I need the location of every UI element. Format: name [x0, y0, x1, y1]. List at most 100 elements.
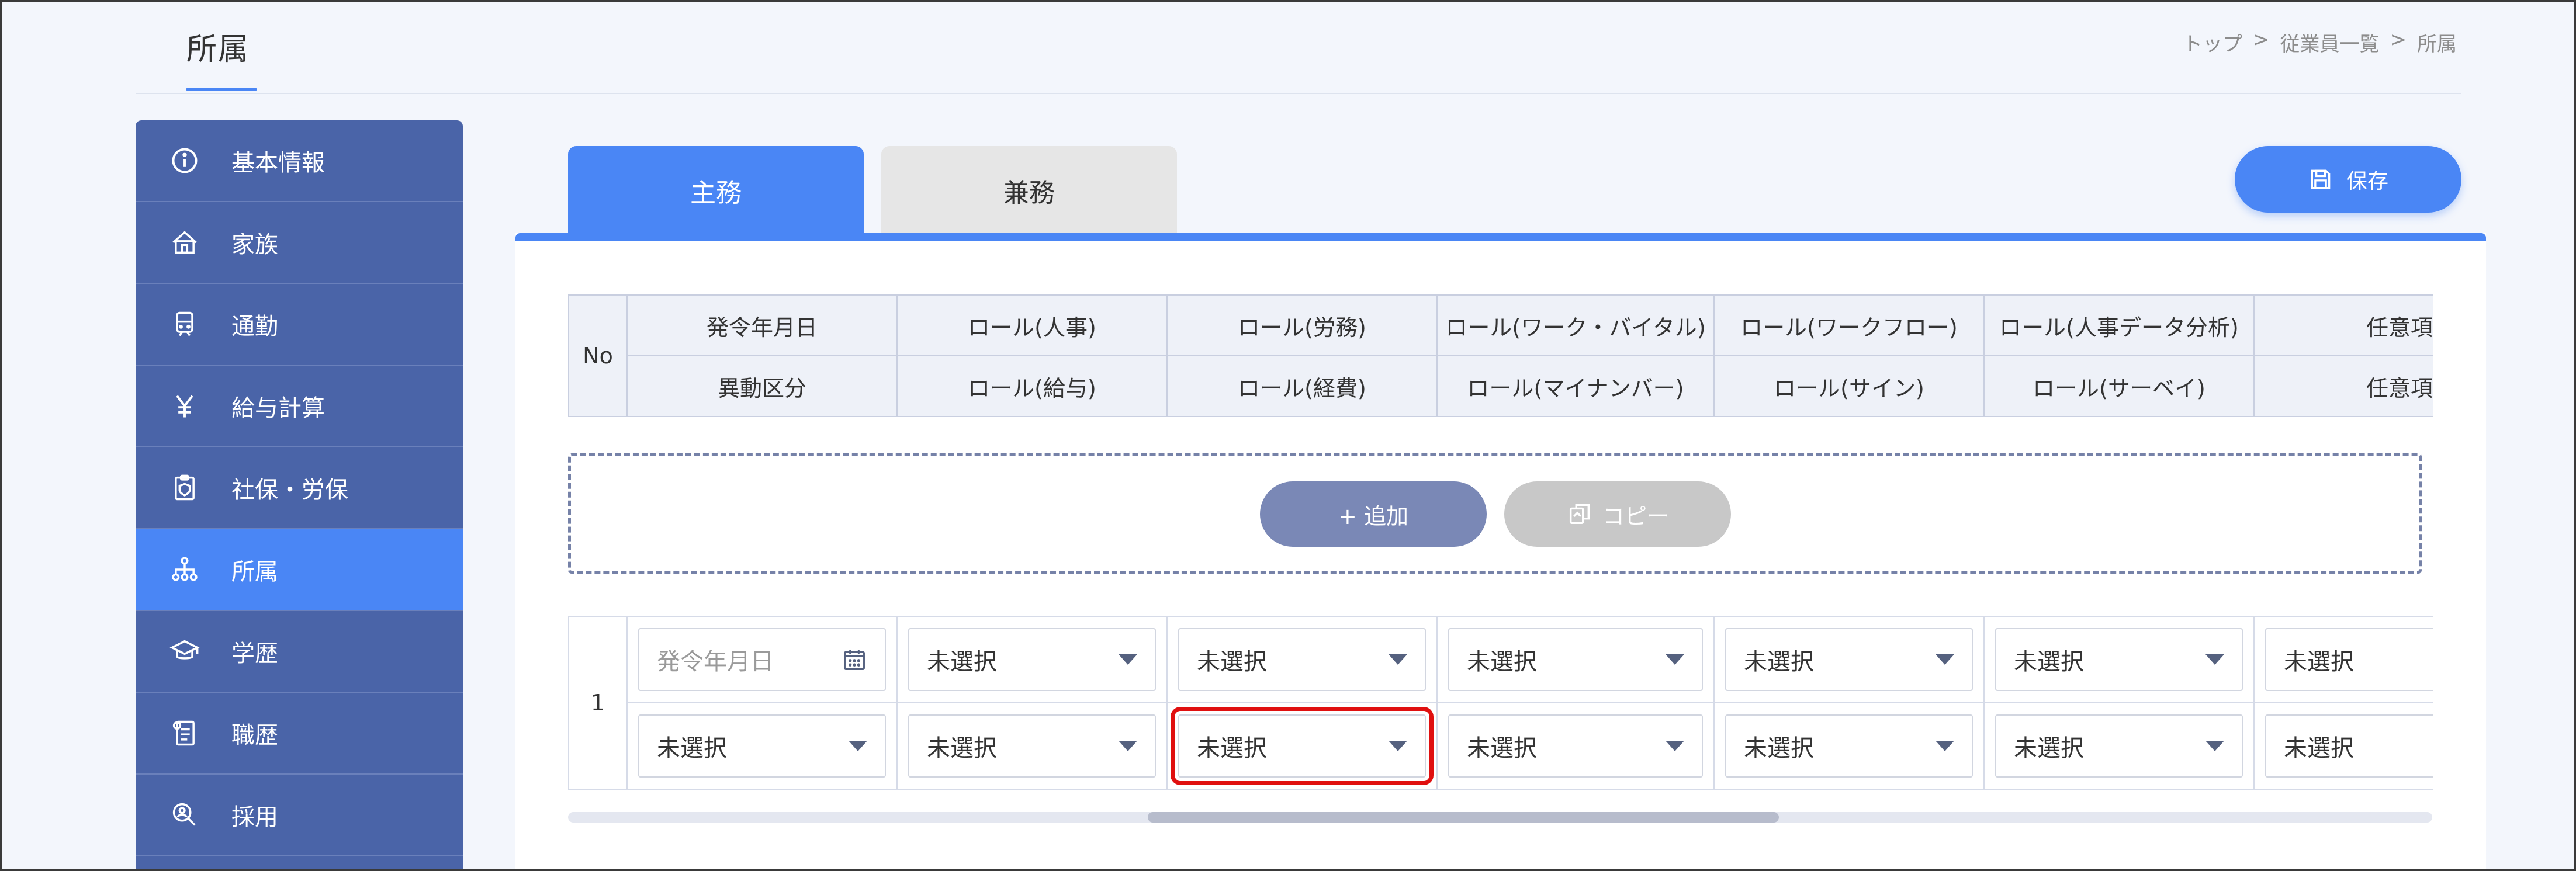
page-title: 所属 [186, 32, 250, 67]
transfer-type-select[interactable]: 未選択 [638, 714, 886, 778]
sidebar-item-label: 所属 [231, 558, 278, 585]
breadcrumb: トップ > 従業員一覧 > 所属 [2183, 28, 2457, 57]
sidebar-item-label: 給与計算 [231, 395, 325, 422]
copy-icon [1569, 504, 1590, 525]
insurance-icon [168, 471, 201, 504]
yen-icon [168, 390, 201, 422]
add-button[interactable]: + 追加 [1260, 481, 1487, 547]
info-icon [168, 144, 201, 177]
floppy-disk-icon [2311, 169, 2331, 189]
date-placeholder: 発令年月日 [657, 648, 774, 675]
header-role-hr-analytics: ロール(人事データ分析) [1983, 294, 2255, 356]
header-role-hr: ロール(人事) [896, 294, 1168, 356]
calendar-icon[interactable] [842, 647, 867, 672]
sidebar-item-commute[interactable]: 通勤 [136, 284, 463, 366]
chevron-down-icon [2205, 654, 2224, 665]
copy-button[interactable]: コピー [1504, 481, 1731, 547]
sidebar-item-label: 通勤 [231, 313, 278, 340]
recruit-search-icon [168, 799, 201, 831]
chevron-down-icon [1389, 654, 1407, 665]
breadcrumb-current: 所属 [2417, 33, 2457, 56]
train-icon [168, 308, 201, 341]
sidebar-item-insurance[interactable]: 社保・労保 [136, 447, 463, 529]
header-role-workflow: ロール(ワークフロー) [1713, 294, 1985, 356]
role-payroll-select[interactable]: 未選択 [908, 714, 1156, 778]
save-button-label: 保存 [2346, 169, 2388, 193]
tab-concurrent-duty[interactable]: 兼務 [881, 146, 1177, 235]
chevron-down-icon [1936, 741, 1954, 751]
breadcrumb-employee-list[interactable]: 従業員一覧 [2280, 28, 2380, 57]
header-role-survey: ロール(サーベイ) [1983, 355, 2255, 417]
copy-button-label: コピー [1602, 503, 1669, 529]
sidebar-item-recruitment[interactable]: 採用 [136, 775, 463, 856]
sidebar-item-basic-info[interactable]: 基本情報 [136, 120, 463, 202]
table-row: 1 発令年月日 未選択 未選択 未選択 未選択 未選択 未選択 [568, 616, 2433, 790]
select-value: 未選択 [927, 735, 997, 762]
sidebar-item-payroll[interactable]: 給与計算 [136, 366, 463, 447]
role-hr-select[interactable]: 未選択 [908, 628, 1156, 691]
career-document-icon [168, 717, 201, 749]
chevron-down-icon [849, 741, 867, 751]
header-role-sign: ロール(サイン) [1713, 355, 1985, 417]
sidebar-item-label: 家族 [231, 231, 278, 258]
header-role-work-vital: ロール(ワーク・バイタル) [1436, 294, 1715, 356]
chevron-down-icon [1666, 654, 1684, 665]
custom-field-select[interactable]: 未選択 [2265, 628, 2433, 691]
header-custom-field: 任意項目 [2253, 355, 2433, 417]
role-work-vital-select[interactable]: 未選択 [1448, 628, 1703, 691]
chevron-down-icon [1119, 741, 1137, 751]
sidebar-item-label: 職歴 [231, 722, 278, 749]
table-row: 未選択 未選択 未選択 未選択 未選択 未選択 未選択 [569, 702, 2433, 790]
add-row-dropzone [568, 453, 2422, 574]
select-value: 未選択 [2284, 648, 2354, 675]
select-value: 未選択 [1467, 648, 1537, 675]
header-custom-field: 任意項目 [2253, 294, 2433, 356]
row-number: 1 [568, 616, 628, 790]
select-value: 未選択 [2014, 648, 2084, 675]
sidebar-item-education[interactable]: 学歴 [136, 611, 463, 693]
role-survey-select[interactable]: 未選択 [1995, 714, 2243, 778]
house-icon [168, 226, 201, 259]
select-value: 未選択 [2014, 735, 2084, 762]
breadcrumb-separator: > [2390, 28, 2407, 51]
sidebar-item-label: 基本情報 [231, 150, 325, 176]
header-divider [136, 93, 2461, 94]
chevron-down-icon [1119, 654, 1137, 665]
header-role-payroll: ロール(給与) [896, 355, 1168, 417]
graduation-cap-icon [168, 635, 201, 668]
app-window: 所属 トップ > 従業員一覧 > 所属 基本情報 家族 通勤 給与計算 社保・労… [0, 0, 2576, 871]
header-role-expense: ロール(経費) [1166, 355, 1438, 417]
org-chart-icon [168, 553, 201, 586]
sidebar-item-label: 採用 [231, 804, 278, 831]
select-value: 未選択 [1744, 735, 1814, 762]
horizontal-scrollbar-thumb[interactable] [1148, 812, 1779, 823]
role-workflow-select[interactable]: 未選択 [1725, 628, 1973, 691]
tab-indicator-bar [515, 233, 2486, 241]
sidebar: 基本情報 家族 通勤 給与計算 社保・労保 所属 学歴 職歴 採用 [136, 120, 463, 869]
custom-field-select[interactable]: 未選択 [2265, 714, 2433, 778]
chevron-down-icon [1389, 741, 1407, 751]
header-role-mynumber: ロール(マイナンバー) [1436, 355, 1715, 417]
select-value: 未選択 [1197, 735, 1267, 762]
role-expense-select[interactable]: 未選択 [1171, 707, 1434, 785]
issue-date-picker[interactable]: 発令年月日 [638, 628, 886, 691]
chevron-down-icon [1936, 654, 1954, 665]
assignment-rows: 1 発令年月日 未選択 未選択 未選択 未選択 未選択 未選択 未選択 未選択 … [568, 616, 2433, 791]
select-value: 未選択 [1197, 648, 1267, 675]
save-button[interactable]: 保存 [2235, 146, 2461, 213]
tab-main-duty[interactable]: 主務 [568, 146, 864, 235]
header-transfer-type: 異動区分 [626, 355, 898, 417]
role-hr-analytics-select[interactable]: 未選択 [1995, 628, 2243, 691]
breadcrumb-top[interactable]: トップ [2183, 28, 2242, 57]
header-issue-date: 発令年月日 [626, 294, 898, 356]
select-value: 未選択 [1744, 648, 1814, 675]
sidebar-item-label: 社保・労保 [231, 477, 348, 504]
role-sign-select[interactable]: 未選択 [1725, 714, 1973, 778]
sidebar-item-family[interactable]: 家族 [136, 202, 463, 284]
role-mynumber-select[interactable]: 未選択 [1448, 714, 1703, 778]
sidebar-item-affiliation[interactable]: 所属 [136, 529, 463, 611]
role-labor-select[interactable]: 未選択 [1178, 628, 1426, 691]
sidebar-item-career[interactable]: 職歴 [136, 693, 463, 775]
select-value: 未選択 [927, 648, 997, 675]
sidebar-item-label: 学歴 [231, 640, 278, 667]
